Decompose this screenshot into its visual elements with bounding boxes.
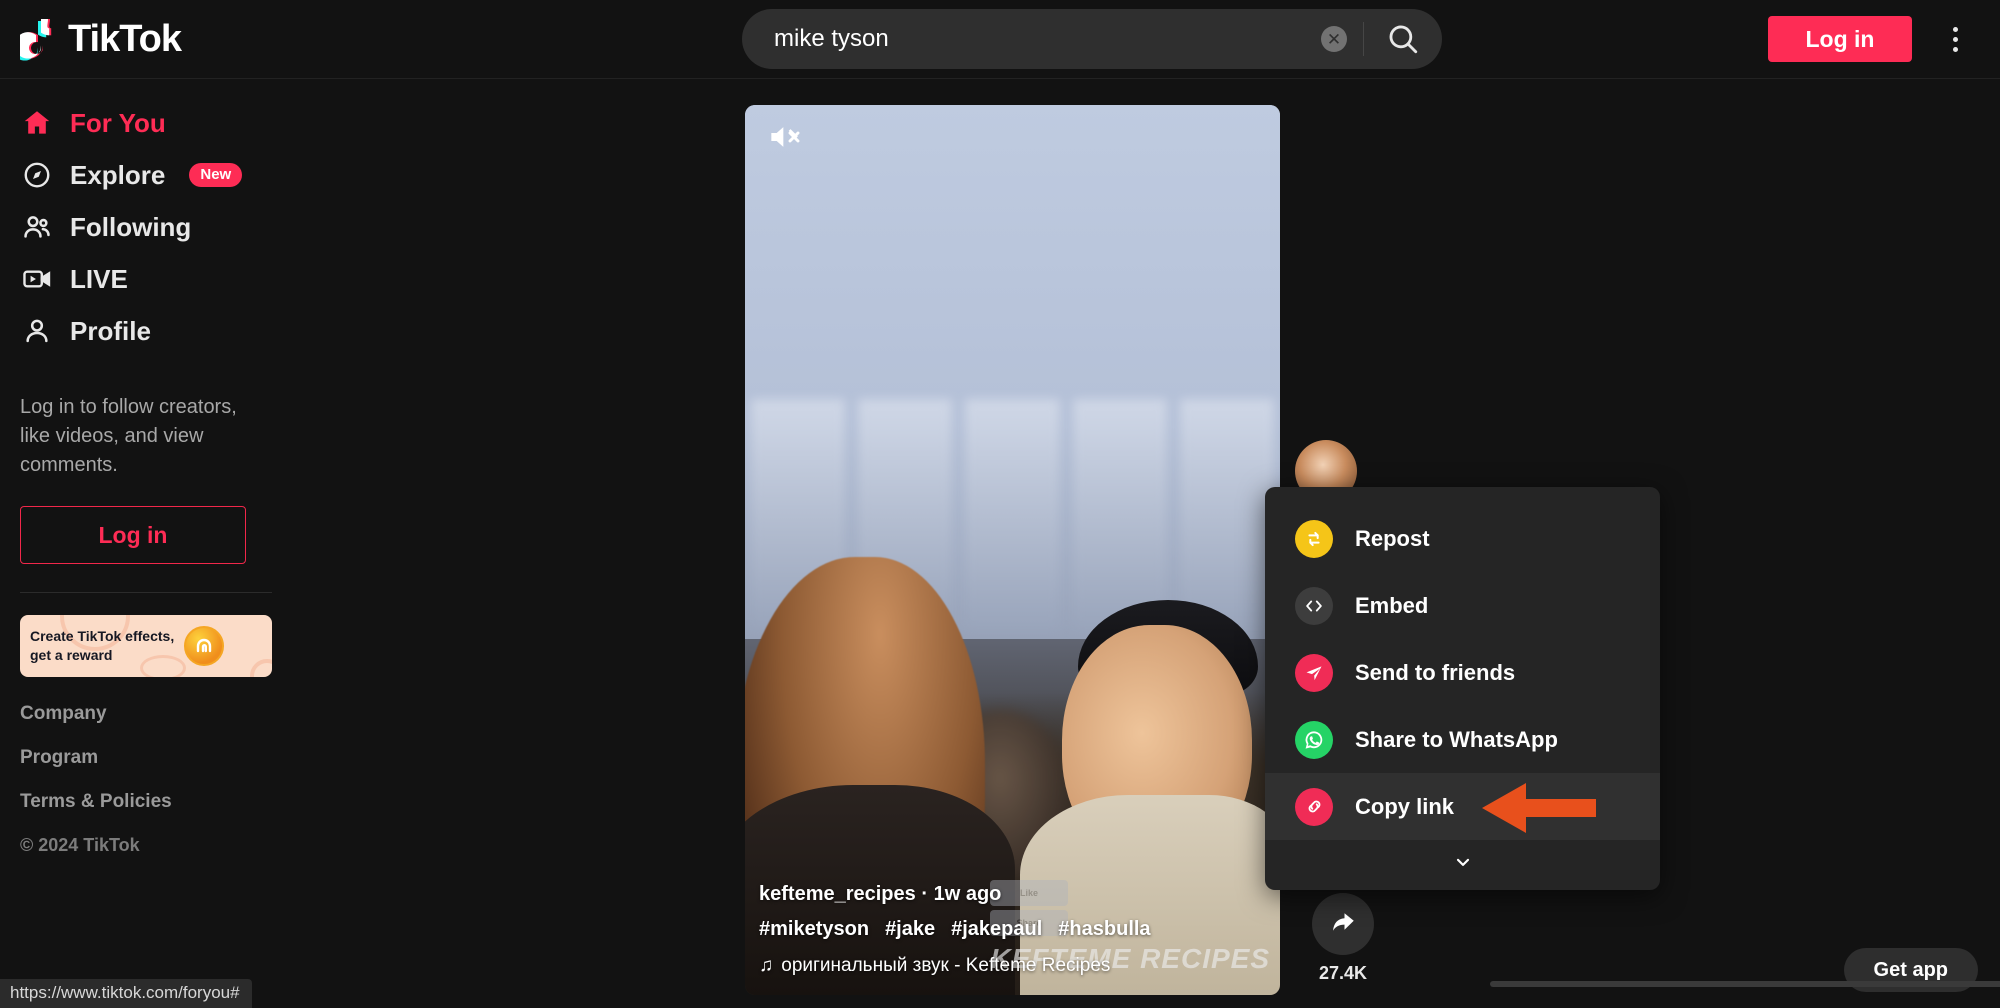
share-menu-label-whatsapp: Share to WhatsApp bbox=[1355, 727, 1558, 753]
share-button[interactable] bbox=[1312, 893, 1374, 955]
footer-link-terms[interactable]: Terms & Policies bbox=[20, 791, 310, 813]
share-menu-panel: Repost Embed Send to friends bbox=[1265, 487, 1660, 890]
footer-link-company[interactable]: Company bbox=[20, 703, 310, 725]
sidebar-label-profile: Profile bbox=[70, 316, 151, 347]
live-video-icon bbox=[20, 262, 54, 296]
speaker-muted-icon[interactable] bbox=[767, 121, 805, 158]
chevron-down-icon[interactable] bbox=[1265, 840, 1660, 884]
left-sidebar: For You Explore New Following bbox=[0, 79, 330, 1008]
search-input[interactable] bbox=[742, 25, 1321, 53]
tiktok-wordmark: TikTok bbox=[68, 18, 181, 61]
hashtag-miketyson[interactable]: #miketyson bbox=[759, 918, 869, 941]
sidebar-item-explore[interactable]: Explore New bbox=[20, 149, 310, 201]
search-icon[interactable] bbox=[1364, 10, 1442, 68]
share-menu-label-repost: Repost bbox=[1355, 526, 1430, 552]
share-arrow-icon bbox=[1328, 907, 1358, 942]
video-hashtags: #miketyson #jake #jakepaul #hasbulla bbox=[759, 918, 1264, 941]
share-menu-item-send-to-friends[interactable]: Send to friends bbox=[1265, 639, 1660, 706]
link-chain-icon bbox=[1295, 788, 1333, 826]
sidebar-item-for-you[interactable]: For You bbox=[20, 97, 310, 149]
sidebar-label-following: Following bbox=[70, 212, 191, 243]
share-menu-label-embed: Embed bbox=[1355, 593, 1428, 619]
effects-banner-text: Create TikTok effects, get a reward bbox=[30, 627, 180, 665]
share-menu-item-repost[interactable]: Repost bbox=[1265, 505, 1660, 572]
share-menu-item-copy-link[interactable]: Copy link bbox=[1265, 773, 1660, 840]
share-button-block: 27.4K bbox=[1293, 893, 1393, 984]
compass-icon bbox=[20, 158, 54, 192]
video-music-row[interactable]: ♫ оригинальный звук - Kefteme Recipes bbox=[759, 955, 1264, 977]
search-bar[interactable]: ✕ bbox=[742, 9, 1442, 69]
top-header: TikTok ✕ Log in bbox=[0, 0, 2000, 79]
create-effects-banner[interactable]: Create TikTok effects, get a reward bbox=[20, 615, 272, 677]
home-icon bbox=[20, 106, 54, 140]
video-music-text: оригинальный звук - Kefteme Recipes bbox=[781, 955, 1110, 977]
tiktok-note-icon bbox=[20, 16, 62, 62]
status-bar-url: https://www.tiktok.com/foryou# bbox=[0, 979, 252, 1008]
clear-search-icon[interactable]: ✕ bbox=[1321, 26, 1347, 52]
copyright-text: © 2024 TikTok bbox=[20, 835, 310, 856]
share-menu-label-send-to-friends: Send to friends bbox=[1355, 660, 1515, 686]
hashtag-hasbulla[interactable]: #hasbulla bbox=[1058, 918, 1150, 941]
video-caption: kefteme_recipes · 1w ago #miketyson #jak… bbox=[759, 883, 1264, 977]
sidebar-divider bbox=[20, 592, 272, 593]
video-horizontal-scrollbar[interactable] bbox=[1490, 981, 2000, 987]
sidebar-label-live: LIVE bbox=[70, 264, 128, 295]
video-author-line: kefteme_recipes · 1w ago bbox=[759, 883, 1264, 906]
caption-separator: · bbox=[921, 883, 928, 905]
video-author-name[interactable]: kefteme_recipes bbox=[759, 883, 916, 905]
whatsapp-icon bbox=[1295, 721, 1333, 759]
person-icon bbox=[20, 314, 54, 348]
music-note-icon: ♫ bbox=[759, 955, 773, 977]
people-icon bbox=[20, 210, 54, 244]
tiktok-logo[interactable]: TikTok bbox=[20, 16, 181, 62]
header-login-button[interactable]: Log in bbox=[1768, 16, 1912, 62]
sidebar-login-button[interactable]: Log in bbox=[20, 506, 246, 564]
more-vertical-icon[interactable] bbox=[1936, 20, 1974, 58]
sidebar-item-following[interactable]: Following bbox=[20, 201, 310, 253]
hashtag-jake[interactable]: #jake bbox=[885, 918, 935, 941]
footer-link-program[interactable]: Program bbox=[20, 747, 310, 769]
effect-coin-icon bbox=[184, 626, 224, 666]
video-time-ago: 1w ago bbox=[934, 883, 1002, 905]
sidebar-item-live[interactable]: LIVE bbox=[20, 253, 310, 305]
share-menu-item-embed[interactable]: Embed bbox=[1265, 572, 1660, 639]
effects-banner-line2: get a reward bbox=[30, 646, 180, 665]
effects-banner-line1: Create TikTok effects, bbox=[30, 627, 180, 646]
sidebar-footer-links: Company Program Terms & Policies © 2024 … bbox=[20, 703, 310, 856]
tiktok-page: TikTok ✕ Log in For You bbox=[0, 0, 2000, 1008]
hashtag-jakepaul[interactable]: #jakepaul bbox=[951, 918, 1042, 941]
share-count: 27.4K bbox=[1319, 963, 1367, 984]
repost-icon bbox=[1295, 520, 1333, 558]
explore-new-badge: New bbox=[189, 163, 242, 187]
send-plane-icon bbox=[1295, 654, 1333, 692]
video-player[interactable]: Like Share KEFTEME RECIPES kefteme_recip… bbox=[745, 105, 1280, 995]
share-menu-item-whatsapp[interactable]: Share to WhatsApp bbox=[1265, 706, 1660, 773]
sidebar-item-profile[interactable]: Profile bbox=[20, 305, 310, 357]
embed-code-icon bbox=[1295, 587, 1333, 625]
login-prompt-text: Log in to follow creators, like videos, … bbox=[20, 393, 270, 480]
video-column: Like Share KEFTEME RECIPES kefteme_recip… bbox=[745, 105, 1280, 995]
share-menu-label-copy-link: Copy link bbox=[1355, 794, 1454, 820]
sidebar-label-explore: Explore bbox=[70, 160, 165, 191]
sidebar-label-for-you: For You bbox=[70, 108, 166, 139]
